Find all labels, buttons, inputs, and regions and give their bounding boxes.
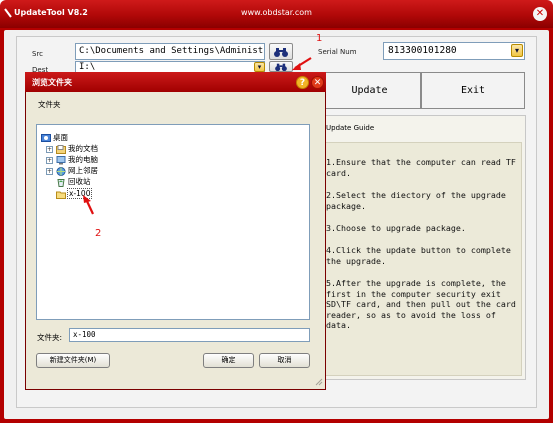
tree-item-desktop[interactable]: 桌面 bbox=[41, 132, 68, 143]
tree-item-label: 我的电脑 bbox=[68, 155, 98, 164]
dest-dropdown-arrow-icon[interactable]: ▾ bbox=[254, 62, 265, 72]
src-path-field[interactable]: C:\Documents and Settings\Administ bbox=[75, 43, 265, 60]
update-guide-title: Update Guide bbox=[326, 124, 375, 132]
tree-item-network[interactable]: + 网上邻居 bbox=[46, 165, 98, 176]
tree-item-label: 桌面 bbox=[53, 133, 68, 142]
resize-grip-icon[interactable] bbox=[315, 378, 323, 386]
tree-item-label: 网上邻居 bbox=[68, 166, 98, 175]
serial-dropdown-arrow-icon[interactable]: ▾ bbox=[511, 44, 523, 57]
network-icon bbox=[56, 166, 66, 176]
expand-icon[interactable]: + bbox=[46, 167, 53, 175]
guide-step-5: 5.After the upgrade is complete, the fir… bbox=[326, 278, 516, 330]
my-documents-icon bbox=[56, 144, 66, 154]
annotation-arrow-1 bbox=[292, 57, 312, 70]
guide-step-1: 1.Ensure that the computer can read TF c… bbox=[326, 157, 516, 178]
new-folder-button[interactable]: 新建文件夹(M) bbox=[36, 353, 110, 368]
guide-step-2: 2.Select the diectory of the upgrade pac… bbox=[326, 190, 506, 211]
folder-name-label: 文件夹: bbox=[37, 333, 63, 342]
expand-icon[interactable]: + bbox=[46, 145, 53, 153]
tree-item-my-documents[interactable]: + 我的文档 bbox=[46, 143, 98, 154]
cancel-button[interactable]: 取消 bbox=[259, 353, 310, 368]
binoculars-icon bbox=[274, 48, 288, 57]
dialog-title: 浏览文件夹 bbox=[32, 78, 72, 87]
src-label: Src bbox=[32, 50, 44, 58]
ok-button[interactable]: 确定 bbox=[203, 353, 254, 368]
tree-item-label: 回收站 bbox=[68, 177, 91, 186]
annotation-marker-1: 1 bbox=[316, 33, 323, 44]
serial-num-select[interactable]: 813300101280 bbox=[383, 42, 525, 60]
app-close-button[interactable]: ✕ bbox=[533, 7, 547, 21]
app-url: www.obdstar.com bbox=[241, 8, 312, 17]
folder-name-input[interactable]: x-100 bbox=[69, 328, 310, 342]
annotation-marker-2: 2 bbox=[95, 228, 102, 239]
dialog-subtitle: 文件夹 bbox=[38, 100, 61, 109]
tree-item-label: 我的文档 bbox=[68, 144, 98, 153]
recycle-bin-icon bbox=[57, 178, 65, 187]
annotation-arrow-2 bbox=[83, 195, 94, 215]
exit-button[interactable]: Exit bbox=[421, 72, 525, 109]
dialog-help-button[interactable]: ? bbox=[296, 76, 309, 89]
update-button[interactable]: Update bbox=[318, 72, 421, 109]
tree-item-my-computer[interactable]: + 我的电脑 bbox=[46, 154, 98, 165]
serial-num-label: Serial Num bbox=[318, 48, 357, 56]
tree-item-recycle-bin[interactable]: 回收站 bbox=[56, 176, 91, 187]
dialog-close-button[interactable]: ✕ bbox=[311, 76, 324, 89]
binoculars-icon bbox=[275, 63, 287, 71]
guide-step-3: 3.Choose to upgrade package. bbox=[326, 223, 466, 233]
desktop-icon bbox=[41, 133, 51, 142]
my-computer-icon bbox=[56, 155, 66, 164]
folder-icon bbox=[56, 191, 66, 199]
expand-icon[interactable]: + bbox=[46, 156, 53, 164]
guide-step-4: 4.Click the update button to complete th… bbox=[326, 245, 511, 266]
